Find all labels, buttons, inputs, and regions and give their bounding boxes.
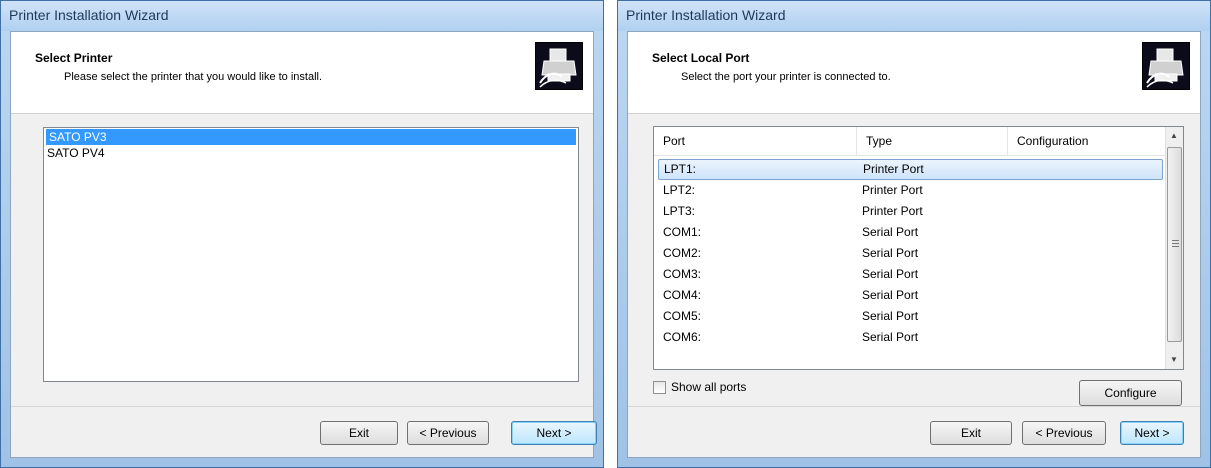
- port-row[interactable]: COM1: Serial Port: [658, 222, 1163, 243]
- port-cell: COM2:: [663, 246, 702, 260]
- arrow-up-icon[interactable]: ▲: [1166, 128, 1182, 144]
- port-row[interactable]: COM5: Serial Port: [658, 306, 1163, 327]
- port-cell: LPT3:: [663, 204, 696, 218]
- title-bar[interactable]: Printer Installation Wizard: [618, 1, 1210, 31]
- wizard-footer: Exit < Previous Next >: [628, 406, 1200, 457]
- printer-wizard-window-2: Printer Installation Wizard Select Local…: [617, 0, 1211, 468]
- printer-list-item[interactable]: SATO PV4: [44, 145, 578, 161]
- port-row[interactable]: COM6: Serial Port: [658, 327, 1163, 348]
- configure-button[interactable]: Configure: [1079, 380, 1182, 406]
- port-cell: COM5:: [663, 309, 702, 323]
- exit-button[interactable]: Exit: [320, 421, 398, 445]
- previous-button[interactable]: < Previous: [1022, 421, 1106, 445]
- wizard-header: Select Local Port Select the port your p…: [628, 32, 1200, 114]
- type-cell: Printer Port: [862, 183, 923, 197]
- port-list[interactable]: Port Type Configuration LPT1: Printer Por…: [653, 126, 1184, 370]
- wizard-body: Select Printer Please select the printer…: [10, 31, 597, 458]
- port-row[interactable]: COM4: Serial Port: [658, 285, 1163, 306]
- page-subtitle: Please select the printer that you would…: [64, 71, 323, 83]
- port-cell: LPT1:: [664, 162, 697, 176]
- show-all-ports-label: Show all ports: [671, 380, 747, 394]
- port-cell: COM3:: [663, 267, 702, 281]
- wizard-body: Select Local Port Select the port your p…: [627, 31, 1201, 458]
- port-row[interactable]: LPT1: Printer Port: [658, 159, 1163, 180]
- page-subtitle: Select the port your printer is connecte…: [681, 71, 891, 83]
- printer-list-item[interactable]: SATO PV3: [46, 129, 576, 145]
- type-cell: Printer Port: [862, 204, 923, 218]
- port-cell: LPT2:: [663, 183, 696, 197]
- printer-list[interactable]: SATO PV3 SATO PV4: [43, 127, 579, 382]
- window-title: Printer Installation Wizard: [626, 7, 786, 23]
- port-row[interactable]: COM3: Serial Port: [658, 264, 1163, 285]
- port-cell: COM4:: [663, 288, 702, 302]
- port-cell: COM1:: [663, 225, 702, 239]
- port-list-header: Port Type Configuration: [654, 127, 1166, 156]
- port-row[interactable]: COM2: Serial Port: [658, 243, 1163, 264]
- wizard-header: Select Printer Please select the printer…: [11, 32, 593, 114]
- column-header-port[interactable]: Port: [654, 127, 857, 155]
- type-cell: Serial Port: [862, 288, 919, 302]
- title-bar[interactable]: Printer Installation Wizard: [1, 1, 603, 31]
- show-all-ports-option[interactable]: Show all ports: [653, 379, 746, 395]
- grip-icon: [1172, 240, 1179, 249]
- type-cell: Serial Port: [862, 225, 919, 239]
- type-cell: Serial Port: [862, 330, 919, 344]
- port-row[interactable]: LPT2: Printer Port: [658, 180, 1163, 201]
- column-header-configuration[interactable]: Configuration: [1008, 127, 1168, 155]
- show-all-ports-checkbox[interactable]: [653, 381, 666, 395]
- page-title: Select Printer: [35, 51, 113, 65]
- printer-icon: [1142, 42, 1190, 90]
- next-button[interactable]: Next >: [1120, 421, 1184, 445]
- port-cell: COM6:: [663, 330, 702, 344]
- printer-wizard-window-1: Printer Installation Wizard Select Print…: [0, 0, 604, 468]
- next-button[interactable]: Next >: [511, 421, 597, 445]
- column-header-type[interactable]: Type: [857, 127, 1008, 155]
- previous-button[interactable]: < Previous: [407, 421, 489, 445]
- page-title: Select Local Port: [652, 51, 750, 65]
- wizard-footer: Exit < Previous Next >: [11, 406, 597, 457]
- vertical-scrollbar[interactable]: ▲ ▼: [1165, 127, 1183, 369]
- type-cell: Serial Port: [862, 246, 919, 260]
- type-cell: Serial Port: [862, 267, 919, 281]
- scrollbar-thumb[interactable]: [1167, 147, 1182, 342]
- exit-button[interactable]: Exit: [930, 421, 1012, 445]
- port-row[interactable]: LPT3: Printer Port: [658, 201, 1163, 222]
- arrow-down-icon[interactable]: ▼: [1166, 352, 1182, 368]
- type-cell: Printer Port: [863, 162, 924, 176]
- printer-icon: [535, 42, 583, 90]
- window-title: Printer Installation Wizard: [9, 7, 169, 23]
- type-cell: Serial Port: [862, 309, 919, 323]
